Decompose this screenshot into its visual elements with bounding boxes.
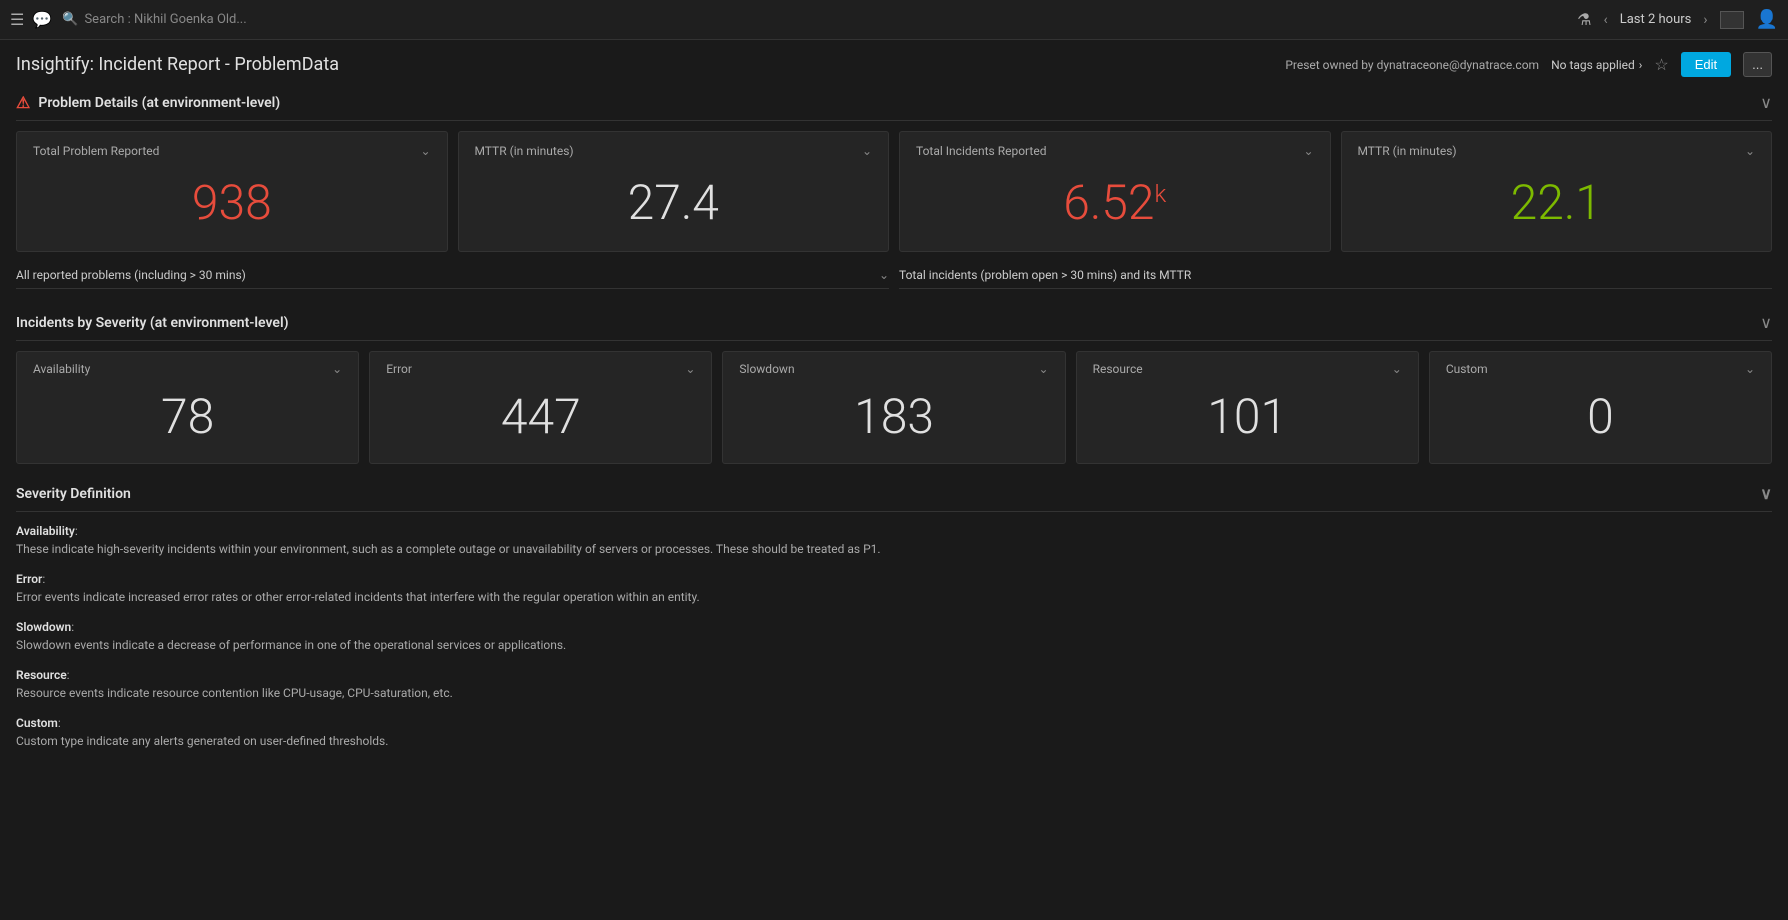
definition-section: Severity Definition ∨ Availability: Thes…	[16, 476, 1772, 750]
collapse-definition[interactable]: ∨	[1760, 484, 1772, 503]
user-icon[interactable]: 👤	[1756, 9, 1778, 30]
menu-icon[interactable]: ☰	[10, 10, 24, 29]
mttr-left-label: MTTR (in minutes) ⌄	[475, 144, 873, 158]
collapse-problem-details[interactable]: ∨	[1760, 93, 1772, 112]
availability-value: 78	[33, 388, 342, 445]
header-right: Preset owned by dynatraceone@dynatrace.c…	[1285, 52, 1772, 77]
definition-availability: Availability: These indicate high-severi…	[16, 522, 1772, 558]
alert-icon: ⚠	[16, 93, 30, 112]
problem-details-header: ⚠ Problem Details (at environment-level)…	[16, 85, 1772, 121]
severity-cards: Availability ⌄ 78 Error ⌄ 447 Slowdown ⌄	[16, 351, 1772, 464]
error-label: Error ⌄	[386, 362, 695, 376]
custom-label: Custom ⌄	[1446, 362, 1755, 376]
search-area: 🔍 Search : Nikhil Goenka Old...	[62, 12, 1567, 27]
left-subtitle: All reported problems (including > 30 mi…	[16, 262, 889, 289]
total-incidents-card: Total Incidents Reported ⌄ 6.52k	[899, 131, 1331, 252]
left-column: Total Problem Reported ⌄ 938 MTTR (in mi…	[16, 131, 889, 295]
resource-card: Resource ⌄ 101	[1076, 351, 1419, 464]
left-cards-row: Total Problem Reported ⌄ 938 MTTR (in mi…	[16, 131, 889, 252]
right-subtitle: Total incidents (problem open > 30 mins)…	[899, 262, 1772, 289]
left-subtitle-arrow[interactable]: ⌄	[879, 268, 889, 282]
definition-header: Severity Definition ∨	[16, 476, 1772, 512]
slowdown-label: Slowdown ⌄	[739, 362, 1048, 376]
definition-custom: Custom: Custom type indicate any alerts …	[16, 714, 1772, 750]
custom-arrow[interactable]: ⌄	[1745, 362, 1755, 376]
star-icon[interactable]: ☆	[1654, 55, 1668, 74]
total-problem-card: Total Problem Reported ⌄ 938	[16, 131, 448, 252]
prev-arrow[interactable]: ‹	[1603, 12, 1607, 28]
mttr-right-card: MTTR (in minutes) ⌄ 22.1	[1341, 131, 1773, 252]
slowdown-arrow[interactable]: ⌄	[1039, 362, 1049, 376]
definition-error: Error: Error events indicate increased e…	[16, 570, 1772, 606]
mttr-right-label: MTTR (in minutes) ⌄	[1358, 144, 1756, 158]
right-column: Total Incidents Reported ⌄ 6.52k MTTR (i…	[899, 131, 1772, 295]
topbar: ☰ 💬 🔍 Search : Nikhil Goenka Old... ⚗ ‹ …	[0, 0, 1788, 40]
page-title: Insightify: Incident Report - ProblemDat…	[16, 54, 339, 75]
severity-section: Incidents by Severity (at environment-le…	[16, 305, 1772, 464]
right-cards-row: Total Incidents Reported ⌄ 6.52k MTTR (i…	[899, 131, 1772, 252]
severity-header: Incidents by Severity (at environment-le…	[16, 305, 1772, 341]
dropdown-arrow-1[interactable]: ⌄	[420, 144, 430, 158]
preset-label: Preset owned by dynatraceone@dynatrace.c…	[1285, 58, 1539, 72]
problem-details-columns: Total Problem Reported ⌄ 938 MTTR (in mi…	[16, 131, 1772, 295]
error-arrow[interactable]: ⌄	[685, 362, 695, 376]
dropdown-arrow-4[interactable]: ⌄	[1745, 144, 1755, 158]
resource-value: 101	[1093, 388, 1402, 445]
search-icon: 🔍	[62, 12, 78, 27]
mttr-right-value: 22.1	[1358, 174, 1756, 231]
resource-arrow[interactable]: ⌄	[1392, 362, 1402, 376]
availability-card: Availability ⌄ 78	[16, 351, 359, 464]
dropdown-arrow-2[interactable]: ⌄	[862, 144, 872, 158]
custom-card: Custom ⌄ 0	[1429, 351, 1772, 464]
definition-resource: Resource: Resource events indicate resou…	[16, 666, 1772, 702]
mttr-left-card: MTTR (in minutes) ⌄ 27.4	[458, 131, 890, 252]
chevron-right-icon: ›	[1639, 58, 1643, 72]
slowdown-value: 183	[739, 388, 1048, 445]
view-toggle[interactable]	[1720, 11, 1744, 29]
mttr-left-value: 27.4	[475, 174, 873, 231]
slowdown-card: Slowdown ⌄ 183	[722, 351, 1065, 464]
search-text[interactable]: Search : Nikhil Goenka Old...	[84, 12, 246, 27]
resource-label: Resource ⌄	[1093, 362, 1402, 376]
edit-button[interactable]: Edit	[1681, 52, 1731, 77]
problem-details-title: ⚠ Problem Details (at environment-level)	[16, 93, 280, 112]
total-incidents-value: 6.52k	[916, 174, 1314, 231]
availability-label: Availability ⌄	[33, 362, 342, 376]
topbar-right: ⚗ ‹ Last 2 hours › 👤	[1577, 9, 1778, 30]
chat-icon[interactable]: 💬	[32, 10, 52, 29]
definition-slowdown: Slowdown: Slowdown events indicate a dec…	[16, 618, 1772, 654]
availability-arrow[interactable]: ⌄	[332, 362, 342, 376]
header-row: Insightify: Incident Report - ProblemDat…	[0, 40, 1788, 85]
filter-icon[interactable]: ⚗	[1577, 10, 1591, 29]
dropdown-arrow-3[interactable]: ⌄	[1303, 144, 1313, 158]
error-card: Error ⌄ 447	[369, 351, 712, 464]
main-content: ⚠ Problem Details (at environment-level)…	[0, 85, 1788, 750]
more-button[interactable]: ...	[1743, 52, 1772, 77]
total-problem-label: Total Problem Reported ⌄	[33, 144, 431, 158]
time-range[interactable]: Last 2 hours	[1620, 12, 1692, 27]
total-problem-value: 938	[33, 174, 431, 231]
next-arrow[interactable]: ›	[1703, 12, 1707, 28]
severity-title: Incidents by Severity (at environment-le…	[16, 315, 289, 331]
total-incidents-label: Total Incidents Reported ⌄	[916, 144, 1314, 158]
collapse-severity[interactable]: ∨	[1760, 313, 1772, 332]
error-value: 447	[386, 388, 695, 445]
tags-label[interactable]: No tags applied ›	[1551, 58, 1642, 72]
custom-value: 0	[1446, 388, 1755, 445]
nav-icons: ☰ 💬	[10, 10, 52, 29]
